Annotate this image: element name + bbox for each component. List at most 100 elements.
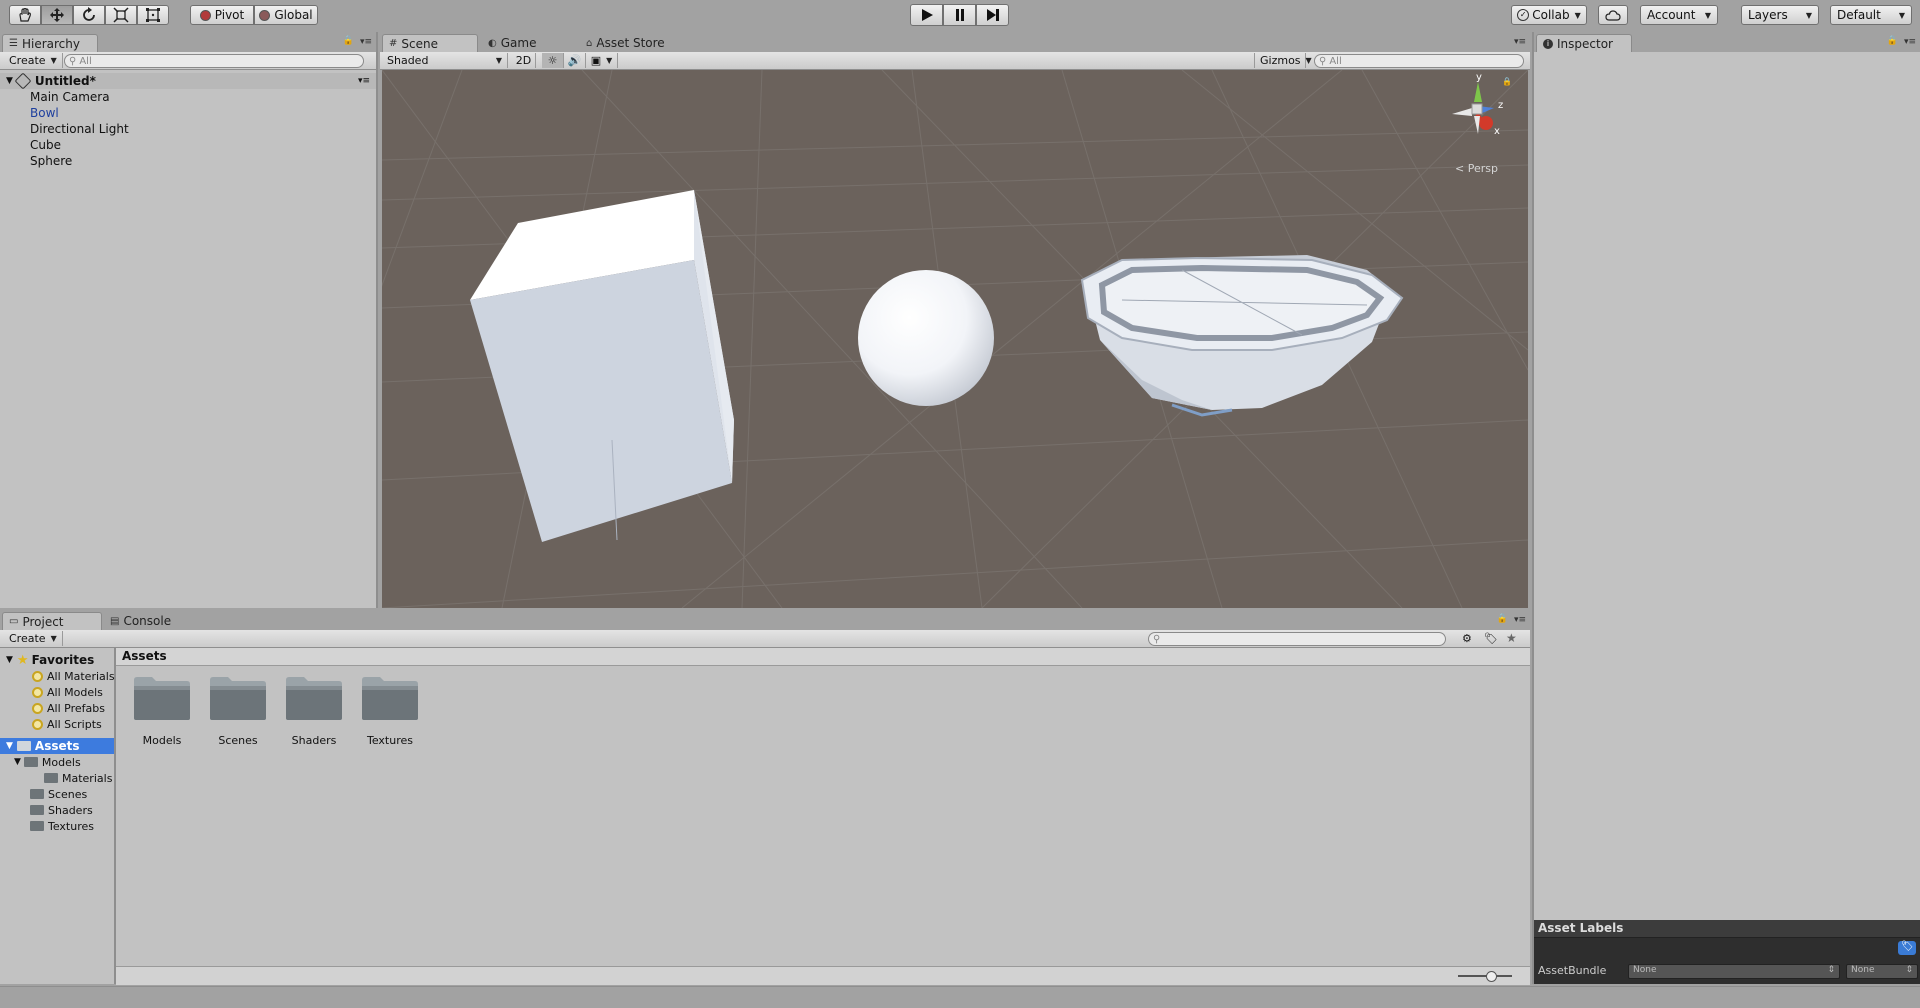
pause-button[interactable] <box>943 4 976 26</box>
scene-root-row[interactable]: ▼ Untitled* ▾≡ <box>0 72 376 90</box>
step-button[interactable] <box>976 4 1009 26</box>
assets-tree-item-label: Textures <box>48 819 94 833</box>
rotate-tool-button[interactable] <box>73 5 105 25</box>
tab-project[interactable]: ▭ Project <box>2 612 102 630</box>
favorite-item-label: All Prefabs <box>47 701 105 715</box>
hierarchy-item[interactable]: Sphere <box>30 153 72 169</box>
collab-dropdown[interactable]: ✓ Collab ▼ <box>1511 5 1587 25</box>
asset-store-tab-label: Asset Store <box>596 36 665 50</box>
folder-icon <box>30 805 44 815</box>
gizmo-lock-icon[interactable]: 🔒 <box>1502 77 1512 86</box>
project-create-dropdown[interactable]: Create ▼ <box>4 631 63 646</box>
assets-root-row[interactable]: ▼ Assets <box>0 738 114 754</box>
assets-tree-item[interactable]: Materials <box>44 770 112 786</box>
hand-tool-button[interactable] <box>9 5 41 25</box>
lock-icon[interactable]: 🔒 <box>1497 614 1508 624</box>
hierarchy-item-label: Main Camera <box>30 90 110 104</box>
favorite-item[interactable]: All Scripts <box>32 716 102 732</box>
asset-bundle-variant-dropdown[interactable]: None ⇕ <box>1846 964 1918 979</box>
chevron-down-icon: ▼ <box>1574 10 1581 20</box>
hierarchy-item[interactable]: Cube <box>30 137 61 153</box>
project-search-input[interactable]: ⚲ <box>1148 632 1446 646</box>
icon-size-slider[interactable] <box>1458 971 1512 982</box>
rect-tool-button[interactable] <box>137 5 169 25</box>
folder-item[interactable]: Scenes <box>208 674 270 754</box>
saved-search-icon <box>32 686 43 698</box>
tab-console[interactable]: ▤ Console <box>104 612 179 630</box>
lock-icon[interactable]: 🔒 <box>1887 36 1898 46</box>
projection-toggle[interactable]: < Persp <box>1455 162 1498 175</box>
layers-label: Layers <box>1748 8 1788 22</box>
assets-tree-item[interactable]: ▼ Models <box>14 754 81 770</box>
layout-dropdown[interactable]: Default ▼ <box>1830 5 1912 25</box>
scene-viewport[interactable]: y z x 🔒 < Persp <box>382 70 1528 608</box>
panel-menu-icon[interactable]: ▾≡ <box>360 37 372 47</box>
assets-tree-item[interactable]: Textures <box>30 818 94 834</box>
scale-tool-button[interactable] <box>105 5 137 25</box>
expand-arrow-icon[interactable]: ▼ <box>6 76 13 86</box>
layers-dropdown[interactable]: Layers ▼ <box>1741 5 1819 25</box>
hierarchy-search-input[interactable]: ⚲ All <box>64 54 364 68</box>
breadcrumb-assets[interactable]: Assets <box>122 649 167 663</box>
scene-tabstrip: # Scene ◐ Game ⌂ Asset Store ▾≡ <box>380 32 1530 52</box>
hierarchy-item-label: Cube <box>30 138 61 152</box>
tab-asset-store[interactable]: ⌂ Asset Store <box>580 34 673 52</box>
filter-type-icon[interactable]: ⚙ <box>1462 632 1472 645</box>
assets-tree-item[interactable]: Shaders <box>30 802 93 818</box>
tab-scene[interactable]: # Scene <box>382 34 478 52</box>
project-footer <box>116 966 1530 985</box>
hierarchy-item[interactable]: Bowl <box>30 105 59 121</box>
orientation-gizmo[interactable]: y z x 🔒 <box>1434 72 1514 144</box>
folder-item[interactable]: Textures <box>360 674 422 754</box>
expand-arrow-icon[interactable]: ▼ <box>6 741 13 751</box>
hierarchy-panel: ☰ Hierarchy 🔒 ▾≡ Create ▼ ⚲ All ▼ Untitled*… <box>0 32 378 608</box>
star-icon[interactable]: ★ <box>1506 631 1517 645</box>
mode-2d-toggle[interactable]: 2D <box>512 53 536 68</box>
gizmos-dropdown[interactable]: Gizmos ▼ <box>1254 53 1312 68</box>
assets-label: Assets <box>34 739 80 753</box>
hierarchy-item[interactable]: Directional Light <box>30 121 129 137</box>
scene-search-input[interactable]: ⚲ All <box>1314 54 1524 68</box>
panel-menu-icon[interactable]: ▾≡ <box>1904 37 1916 47</box>
filter-label-icon[interactable]: 🏷 <box>1484 632 1498 645</box>
account-dropdown[interactable]: Account ▼ <box>1640 5 1718 25</box>
favorite-item[interactable]: All Models <box>32 684 103 700</box>
assets-tree-item-label: Scenes <box>48 787 88 801</box>
folder-item[interactable]: Models <box>132 674 194 754</box>
favorite-item[interactable]: All Materials <box>32 668 115 684</box>
play-button[interactable] <box>910 4 943 26</box>
lighting-toggle[interactable]: ☼ <box>542 53 564 68</box>
shading-mode-dropdown[interactable]: Shaded ▼ <box>382 53 508 68</box>
global-toggle[interactable]: Global <box>254 5 318 25</box>
axis-label-x: x <box>1494 126 1500 137</box>
hierarchy-create-dropdown[interactable]: Create ▼ <box>4 53 63 68</box>
assets-tree-item[interactable]: Scenes <box>30 786 87 802</box>
cloud-button[interactable] <box>1598 5 1628 25</box>
lock-icon[interactable]: 🔒 <box>343 36 354 46</box>
panel-menu-icon[interactable]: ▾≡ <box>1514 615 1526 625</box>
favorite-item[interactable]: All Prefabs <box>32 700 105 716</box>
audio-toggle[interactable]: 🔊 <box>564 53 586 68</box>
scene-menu-icon[interactable]: ▾≡ <box>358 76 370 86</box>
folder-item[interactable]: Shaders <box>284 674 346 754</box>
asset-labels-section: Asset Labels 🏷 AssetBundle None ⇕ None ⇕ <box>1534 920 1920 984</box>
asset-bundle-dropdown[interactable]: None ⇕ <box>1628 964 1840 979</box>
pivot-toggle[interactable]: Pivot <box>190 5 254 25</box>
folder-item-label: Textures <box>367 734 413 747</box>
hierarchy-item-label: Directional Light <box>30 122 129 136</box>
slider-thumb[interactable] <box>1486 971 1497 982</box>
favorites-row[interactable]: ▼ ★ Favorites <box>0 652 94 668</box>
pivot-icon <box>199 9 211 21</box>
expand-arrow-icon[interactable]: ▼ <box>14 757 21 767</box>
move-tool-button[interactable] <box>41 5 73 25</box>
add-label-button[interactable]: 🏷 <box>1898 941 1916 955</box>
effects-dropdown[interactable]: ▣ ▼ <box>586 53 618 68</box>
panel-menu-icon[interactable]: ▾≡ <box>1514 37 1526 47</box>
tab-inspector[interactable]: i Inspector <box>1536 34 1632 52</box>
tab-game[interactable]: ◐ Game <box>482 34 544 52</box>
expand-arrow-icon[interactable]: ▼ <box>6 655 13 665</box>
hand-tool-icon <box>19 8 31 22</box>
hierarchy-item[interactable]: Main Camera <box>30 89 110 105</box>
folder-icon <box>23 757 38 767</box>
tab-hierarchy[interactable]: ☰ Hierarchy <box>2 34 98 52</box>
